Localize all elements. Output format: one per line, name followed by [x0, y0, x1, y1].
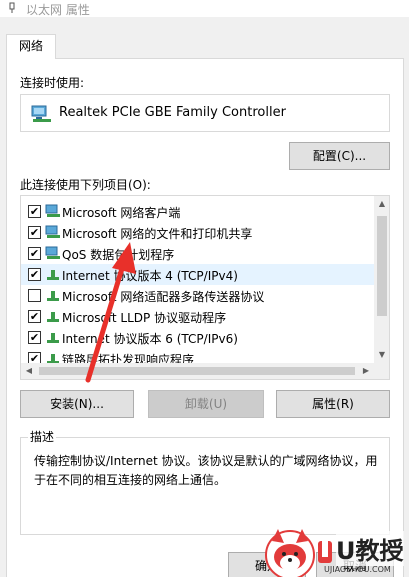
item-checkbox[interactable]: ✔	[28, 226, 41, 239]
uninstall-button[interactable]: 卸载(U)	[148, 390, 264, 418]
protocol-icon	[47, 291, 59, 301]
list-item[interactable]: Microsoft 网络适配器多路传送器协议	[21, 285, 374, 306]
network-adapter-icon	[31, 105, 51, 122]
scroll-right-icon[interactable]: ▶	[358, 363, 374, 379]
network-client-icon	[45, 246, 60, 259]
adapter-name: Realtek PCIe GBE Family Controller	[59, 105, 286, 120]
item-label: Internet 协议版本 6 (TCP/IPv6)	[62, 332, 238, 346]
item-label: Internet 协议版本 4 (TCP/IPv4)	[62, 269, 238, 283]
window-title: 以太网 属性	[26, 3, 90, 17]
ethernet-icon	[9, 2, 15, 13]
list-item[interactable]: ✔ Microsoft 网络客户端	[21, 201, 374, 222]
list-item[interactable]: ✔ Microsoft 网络的文件和打印机共享	[21, 222, 374, 243]
watermark-text: U教授	[336, 531, 404, 566]
protocol-icon	[47, 312, 59, 322]
scroll-down-icon[interactable]: ▼	[374, 347, 389, 363]
scroll-corner	[374, 363, 389, 379]
items-label: 此连接使用下列项目(O):	[20, 178, 151, 192]
item-checkbox[interactable]: ✔	[28, 247, 41, 260]
vertical-scrollbar[interactable]: ▲ ▼	[374, 196, 389, 363]
horizontal-scrollbar[interactable]: ◀ ▶	[21, 363, 374, 379]
install-button[interactable]: 安装(N)...	[20, 390, 134, 418]
list-item[interactable]: ✔ QoS 数据包计划程序	[21, 243, 374, 264]
item-label: Microsoft LLDP 协议驱动程序	[62, 311, 227, 325]
watermark-subtext: UJIAOSHOU.COM	[324, 565, 391, 574]
item-label: Microsoft 网络客户端	[62, 206, 181, 220]
list-item[interactable]: ✔ Internet 协议版本 4 (TCP/IPv4)	[21, 264, 374, 285]
vertical-scroll-thumb[interactable]	[377, 216, 387, 316]
tab-network[interactable]: 网络	[6, 34, 56, 59]
network-client-icon	[45, 225, 60, 238]
connect-using-label: 连接时使用:	[20, 76, 85, 90]
scroll-left-icon[interactable]: ◀	[21, 363, 37, 379]
item-checkbox[interactable]: ✔	[28, 331, 41, 344]
protocol-icon	[47, 333, 59, 343]
protocol-icon	[47, 270, 59, 280]
item-label: Microsoft 网络的文件和打印机共享	[62, 227, 253, 241]
properties-button[interactable]: 属性(R)	[276, 390, 390, 418]
network-client-icon	[45, 204, 60, 217]
description-title: 描述	[28, 428, 57, 445]
scroll-up-icon[interactable]: ▲	[374, 196, 389, 212]
configure-button[interactable]: 配置(C)...	[289, 142, 390, 170]
list-item[interactable]: ✔ Internet 协议版本 6 (TCP/IPv6)	[21, 327, 374, 348]
description-text: 传输控制协议/Internet 协议。该协议是默认的广域网络协议，用于在不同的相…	[34, 454, 378, 487]
item-label: QoS 数据包计划程序	[62, 248, 175, 262]
list-item[interactable]: ✔ Microsoft LLDP 协议驱动程序	[21, 306, 374, 327]
watermark-logo: U教授 UJIAOSHOU.COM	[248, 527, 409, 577]
item-checkbox[interactable]: ✔	[28, 310, 41, 323]
title-bar: 以太网 属性	[0, 0, 409, 17]
items-list[interactable]: ✔ Microsoft 网络客户端 ✔ Microsoft 网络的文件和打印机共…	[20, 195, 390, 380]
item-label: Microsoft 网络适配器多路传送器协议	[62, 290, 265, 304]
item-checkbox[interactable]: ✔	[28, 205, 41, 218]
item-checkbox[interactable]: ✔	[28, 268, 41, 281]
item-checkbox[interactable]	[28, 289, 41, 302]
adapter-box: Realtek PCIe GBE Family Controller	[20, 94, 390, 132]
horizontal-scroll-thumb[interactable]	[39, 367, 355, 375]
